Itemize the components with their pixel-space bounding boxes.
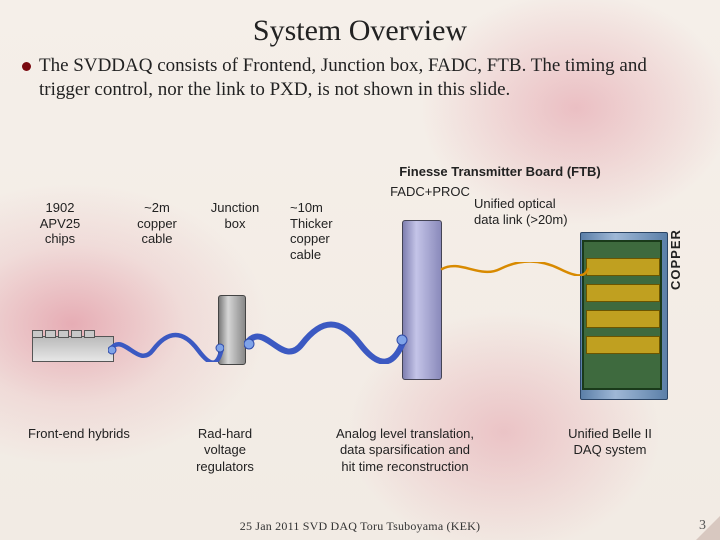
label-cable1: ~2mcoppercable bbox=[126, 200, 188, 247]
label-fadc: FADC+PROC bbox=[380, 184, 480, 200]
bullet-text: The SVDDAQ consists of Frontend, Junctio… bbox=[39, 54, 698, 103]
caption-row: Front-end hybrids Rad-hardvoltageregulat… bbox=[0, 426, 720, 475]
ftb-label: Finesse Transmitter Board (FTB) bbox=[320, 164, 680, 180]
label-junction: Junctionbox bbox=[198, 200, 272, 231]
page-title: System Overview bbox=[22, 14, 698, 48]
cable-icon bbox=[108, 330, 224, 362]
copper-label: COPPER bbox=[668, 229, 683, 290]
label-cable2: ~10mThickercoppercable bbox=[290, 200, 364, 262]
page-curl-icon bbox=[696, 516, 720, 540]
copper-slot bbox=[586, 284, 660, 302]
copper-slot bbox=[586, 258, 660, 276]
caption-belle: Unified Belle IIDAQ system bbox=[520, 426, 700, 475]
frontend-hybrid bbox=[32, 336, 114, 362]
bullet-item: The SVDDAQ consists of Frontend, Junctio… bbox=[22, 54, 698, 103]
diagram: Finesse Transmitter Board (FTB) 1902APV2… bbox=[0, 170, 720, 490]
caption-analog: Analog level translation,data sparsifica… bbox=[290, 426, 520, 475]
copper-slot bbox=[586, 336, 660, 354]
caption-radhard: Rad-hardvoltageregulators bbox=[160, 426, 290, 475]
copper-slot bbox=[586, 310, 660, 328]
caption-frontend: Front-end hybrids bbox=[0, 426, 160, 475]
label-chips: 1902APV25chips bbox=[28, 200, 92, 247]
fiber-icon bbox=[440, 262, 590, 276]
cable-icon bbox=[244, 320, 408, 364]
label-optical: Unified opticaldata link (>20m) bbox=[474, 196, 614, 227]
apv-chips bbox=[32, 330, 95, 338]
fadc-board bbox=[402, 220, 442, 380]
footer-text: 25 Jan 2011 SVD DAQ Toru Tsuboyama (KEK) bbox=[0, 519, 720, 534]
bullet-icon bbox=[22, 62, 31, 71]
